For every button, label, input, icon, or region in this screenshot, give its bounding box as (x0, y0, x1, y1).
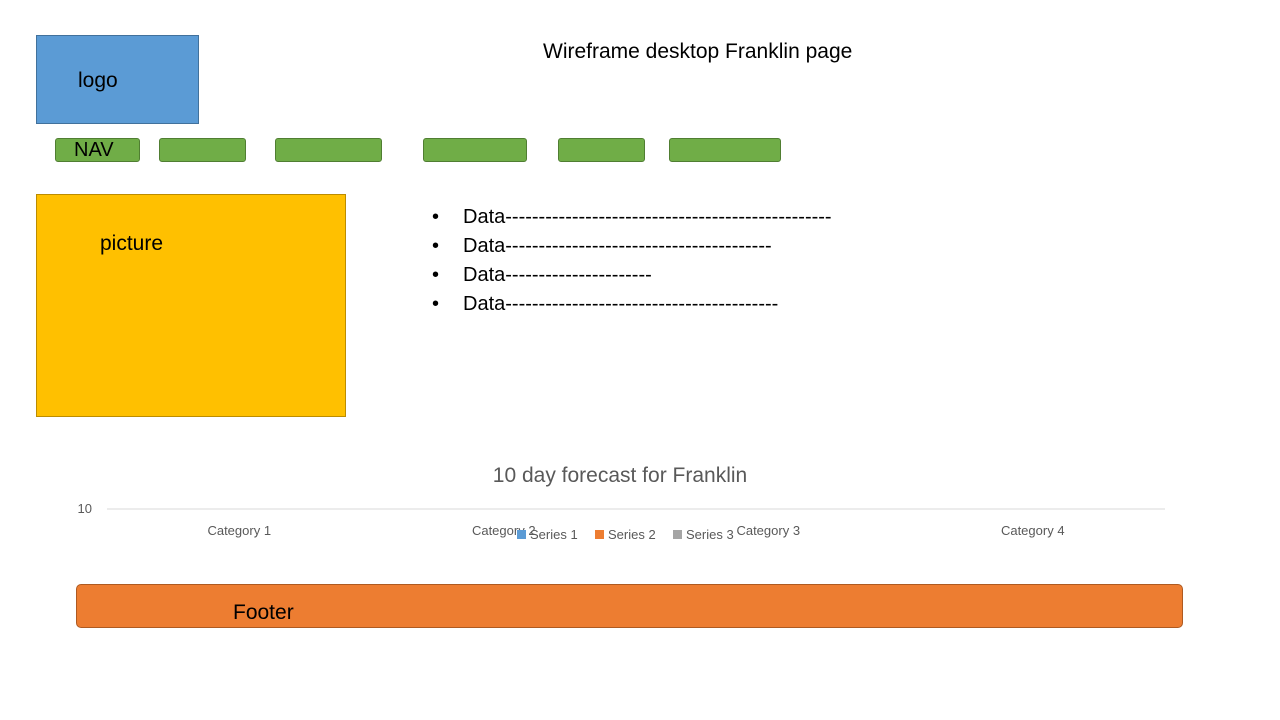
footer: Footer (76, 584, 1183, 628)
legend-swatch-icon (517, 530, 526, 539)
legend-swatch-icon (595, 530, 604, 539)
legend-label: Series 2 (608, 527, 656, 542)
chart-ytick-label: 10 (78, 501, 92, 516)
chart-category-label: Category 1 (207, 523, 271, 538)
wireframe-page: Wireframe desktop Franklin page logo NAV… (0, 0, 1280, 720)
legend-label: Series 3 (686, 527, 734, 542)
chart-category-label: Category 4 (1001, 523, 1065, 538)
footer-label: Footer (233, 601, 294, 624)
legend-label: Series 1 (530, 527, 578, 542)
chart-category-label: Category 2 (472, 523, 536, 538)
chart-category-label: Category 3 (736, 523, 800, 538)
legend-swatch-icon (673, 530, 682, 539)
